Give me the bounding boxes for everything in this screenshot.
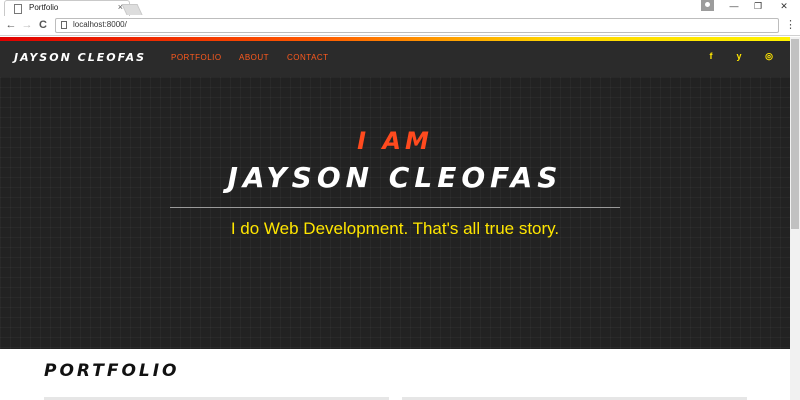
minimize-button[interactable]: — — [724, 0, 744, 13]
browser-menu-icon[interactable]: ⋮ — [785, 18, 796, 31]
back-icon[interactable]: ← — [4, 18, 18, 32]
page-favicon-icon — [14, 4, 22, 14]
hero-divider — [170, 207, 620, 208]
portfolio-heading: PORTFOLIO — [44, 361, 180, 381]
hero-kicker: I AM — [357, 127, 433, 155]
reload-icon[interactable]: C — [36, 18, 50, 32]
nav-link-portfolio[interactable]: PORTFOLIO — [171, 53, 222, 62]
address-bar[interactable]: localhost:8000/ — [55, 18, 779, 33]
site-navbar: JAYSON CLEOFAS PORTFOLIO ABOUT CONTACT f… — [0, 41, 790, 77]
url-text: localhost:8000/ — [73, 20, 127, 29]
nav-link-contact[interactable]: CONTACT — [287, 53, 329, 62]
brand-logo[interactable]: JAYSON CLEOFAS — [14, 51, 146, 64]
nav-link-about[interactable]: ABOUT — [239, 53, 269, 62]
twitter-icon[interactable]: y — [733, 51, 745, 61]
forward-icon[interactable]: → — [20, 18, 34, 32]
instagram-icon[interactable]: ◎ — [763, 51, 775, 62]
tab-title: Portfolio — [29, 3, 59, 12]
restore-button[interactable]: ❐ — [748, 0, 768, 13]
hero-tagline: I do Web Development. That's all true st… — [230, 219, 560, 238]
page-scrollbar[interactable] — [790, 37, 800, 400]
hero-section: I AM JAYSON CLEOFAS I do Web Development… — [0, 77, 790, 349]
page-info-icon[interactable] — [61, 21, 67, 29]
hero-name: JAYSON CLEOFAS — [227, 161, 563, 194]
browser-toolbar: ← → C localhost:8000/ ⋮ — [0, 16, 800, 36]
facebook-icon[interactable]: f — [705, 51, 717, 61]
tab-portfolio[interactable]: Portfolio × — [4, 0, 130, 16]
scrollbar-thumb[interactable] — [791, 39, 799, 229]
close-window-button[interactable]: ✕ — [774, 0, 794, 13]
page-viewport: JAYSON CLEOFAS PORTFOLIO ABOUT CONTACT f… — [0, 37, 790, 400]
browser-tabstrip: Portfolio × — ❐ ✕ — [0, 0, 800, 16]
profile-icon[interactable] — [701, 0, 714, 11]
